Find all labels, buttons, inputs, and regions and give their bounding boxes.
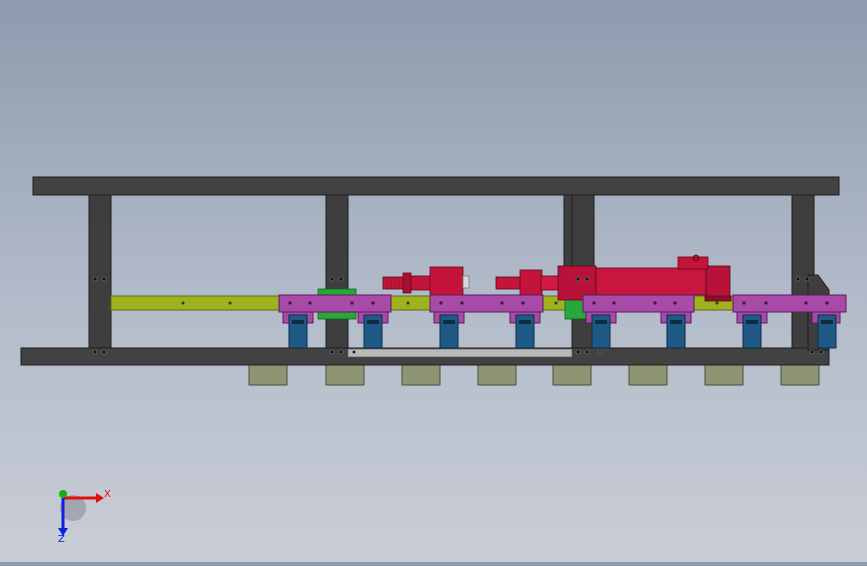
gripper-bracket [433,311,465,349]
support-foot [628,364,668,386]
carriage-plate [732,294,847,313]
support-foot [780,364,820,386]
carriage-plate [582,294,695,313]
x-axis-arrow-icon [96,493,104,503]
support-foot [552,364,592,386]
support-foot [325,364,365,386]
support-foot [477,364,517,386]
cad-viewport[interactable]: X Z [0,0,867,562]
gripper-bracket [660,311,692,349]
gripper-bracket [282,311,314,349]
support-feet [248,364,820,386]
carriage-plate [429,294,544,313]
gripper-brackets [282,311,841,349]
gripper-bracket [736,311,768,349]
support-foot [401,364,441,386]
x-axis-label: X [104,489,111,500]
y-axis-arrow-icon [59,490,67,498]
pneumatic-cylinder-left [382,266,470,299]
pneumatic-cylinder-right [495,254,732,302]
z-axis-label: Z [58,534,65,545]
gripper-bracket [357,311,389,349]
support-foot [704,364,744,386]
support-foot [248,364,288,386]
coordinate-triad: X Z [58,489,111,545]
bottom-plate [347,348,573,358]
top-beam [32,176,840,196]
gripper-bracket [509,311,541,349]
assembly-drawing: X Z [20,176,847,545]
vertical-post [325,194,349,359]
vertical-post [88,194,112,359]
